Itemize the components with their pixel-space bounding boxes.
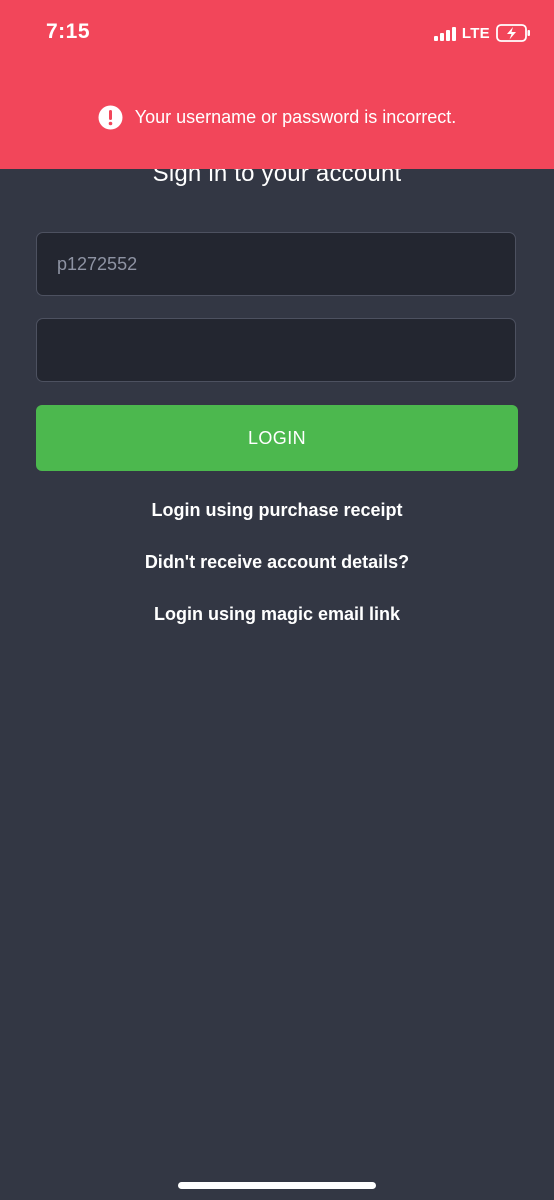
home-indicator[interactable]	[178, 1182, 376, 1189]
account-details-link[interactable]: Didn't receive account details?	[0, 552, 554, 573]
network-type-label: LTE	[461, 24, 490, 42]
error-banner: 7:15 LTE Your username or password is in…	[0, 0, 554, 169]
password-field[interactable]	[36, 318, 516, 382]
error-message: Your username or password is incorrect.	[134, 106, 457, 127]
status-indicators: LTE	[433, 22, 532, 44]
status-time: 7:15	[46, 20, 91, 43]
purchase-receipt-link[interactable]: Login using purchase receipt	[0, 500, 554, 521]
magic-email-link[interactable]: Login using magic email link	[0, 604, 554, 625]
username-field[interactable]	[36, 232, 516, 296]
login-screen: Sign in to your account LOGIN Login usin…	[0, 0, 554, 1200]
status-bar: 7:15 LTE	[0, 0, 554, 66]
battery-charging-icon	[496, 24, 530, 42]
password-input[interactable]	[37, 319, 515, 381]
error-message-row: Your username or password is incorrect.	[0, 102, 554, 132]
exclamation-circle-icon	[98, 105, 123, 129]
cellular-signal-icon	[433, 25, 456, 41]
username-input[interactable]	[37, 233, 515, 295]
login-button[interactable]: LOGIN	[36, 405, 518, 471]
